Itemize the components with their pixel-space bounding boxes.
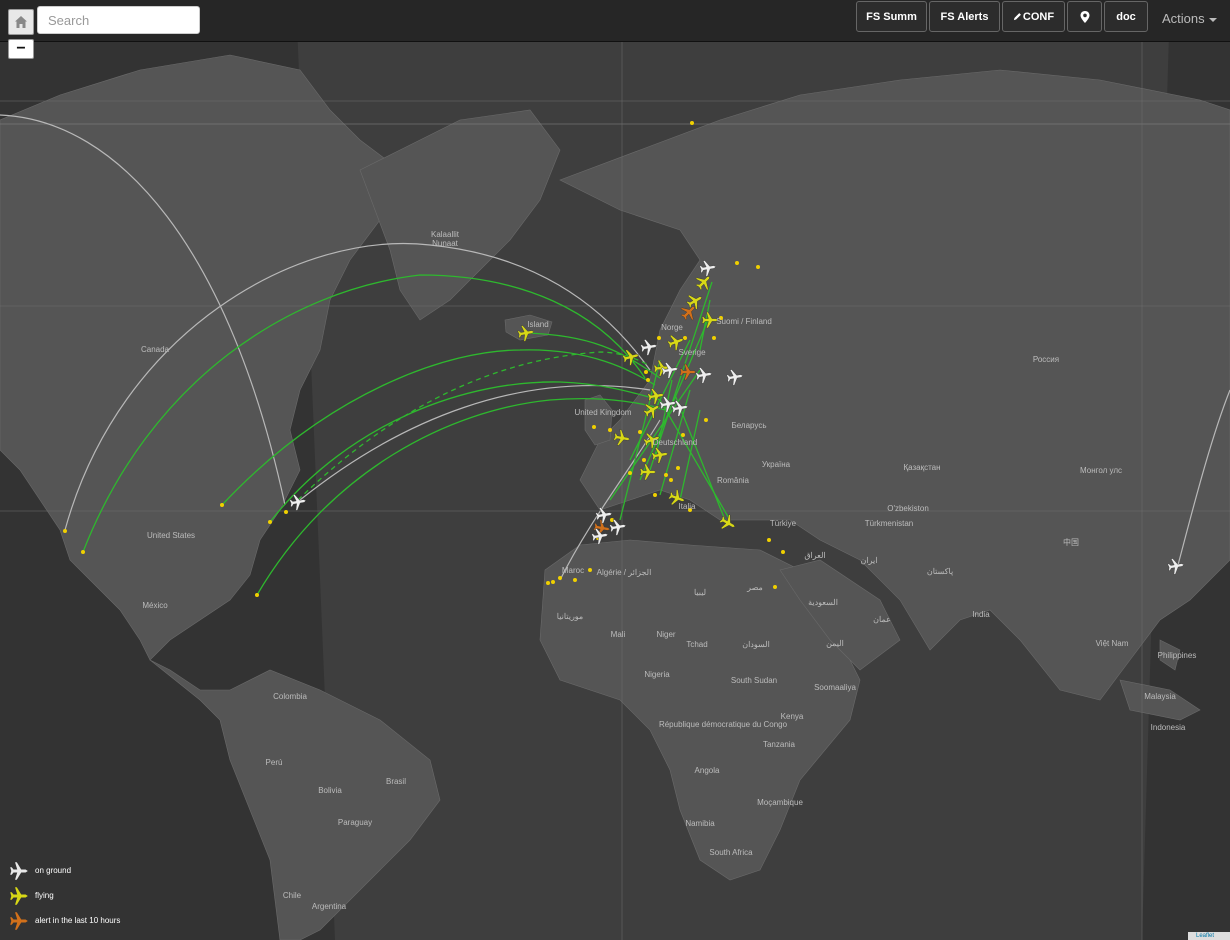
plane-flying-icon xyxy=(10,886,28,905)
label-drc: République démocratique du Congo xyxy=(659,720,788,729)
label-nigeria: Nigeria xyxy=(644,670,670,679)
label-turkiye: Türkiye xyxy=(770,519,797,528)
label-iraq: العراق xyxy=(804,551,825,560)
label-kalaallit: Kalaallit xyxy=(431,230,460,239)
label-bolivia: Bolivia xyxy=(318,786,342,795)
top-toolbar: FS Summ FS Alerts CONF doc Actions xyxy=(0,0,1230,42)
label-somalia: Soomaaliya xyxy=(814,683,856,692)
label-egypt: مصر xyxy=(746,583,763,592)
label-angola: Angola xyxy=(695,766,720,775)
leaflet-attribution[interactable]: Leaflet xyxy=(1188,932,1230,940)
label-paraguay: Paraguay xyxy=(338,818,372,827)
label-peru: Perú xyxy=(266,758,283,767)
legend-item-flying: flying xyxy=(8,883,148,908)
label-argentina: Argentina xyxy=(312,902,347,911)
fs-summ-button[interactable]: FS Summ xyxy=(856,1,927,32)
legend-label: on ground xyxy=(35,866,72,875)
fs-alerts-label: FS Alerts xyxy=(940,10,989,23)
label-sverige: Sverige xyxy=(678,348,706,357)
label-uzbekistan: O'zbekiston xyxy=(887,504,929,513)
location-button[interactable] xyxy=(1067,1,1102,32)
label-mexico: México xyxy=(142,601,168,610)
label-italia: Italia xyxy=(679,502,696,511)
label-chile: Chile xyxy=(283,891,302,900)
label-sudan: السودان xyxy=(742,640,770,649)
label-maroc: Maroc xyxy=(562,566,584,575)
label-philippines: Philippines xyxy=(1158,651,1197,660)
caret-down-icon xyxy=(1208,17,1217,22)
conf-label: CONF xyxy=(1022,10,1055,23)
plane-alert-icon xyxy=(10,911,28,930)
pencil-icon xyxy=(1013,13,1021,21)
label-libya: ليبيا xyxy=(694,588,706,597)
label-turkmenistan: Türkmenistan xyxy=(865,519,913,528)
map-marker-icon xyxy=(1080,10,1089,23)
label-russia: Россия xyxy=(1033,355,1059,364)
fs-alerts-button[interactable]: FS Alerts xyxy=(929,1,1000,32)
label-indonesia: Indonesia xyxy=(1151,723,1186,732)
label-iran: ایران xyxy=(861,556,878,565)
label-uk: United Kingdom xyxy=(575,408,632,417)
label-south-africa: South Africa xyxy=(709,848,753,857)
label-kazakhstan: Қазақстан xyxy=(903,463,940,472)
home-icon xyxy=(15,16,27,28)
zoom-out-label: − xyxy=(16,40,26,57)
legend-label: flying xyxy=(35,891,54,900)
legend-item-alert: alert in the last 10 hours xyxy=(8,908,148,933)
search-input[interactable] xyxy=(37,6,200,34)
label-pakistan: پاکستان xyxy=(927,567,953,576)
label-tanzania: Tanzania xyxy=(763,740,796,749)
map-canvas[interactable]: Kalaallit Nunaat Canada United States Mé… xyxy=(0,0,1230,940)
attribution-label: Leaflet xyxy=(1196,933,1215,939)
actions-label: Actions xyxy=(1162,11,1205,26)
label-united-states: United States xyxy=(147,531,195,540)
label-colombia: Colombia xyxy=(273,692,307,701)
label-island: Island xyxy=(527,320,548,329)
label-oman: عمان xyxy=(873,615,891,624)
label-finland: Suomi / Finland xyxy=(716,317,772,326)
label-mongolia: Монгол улс xyxy=(1080,466,1122,475)
plane-ground-icon xyxy=(10,861,28,880)
label-tchad: Tchad xyxy=(686,640,707,649)
label-ukraine: Україна xyxy=(762,460,791,469)
zoom-out-button[interactable]: − xyxy=(8,39,34,59)
map-legend: on ground flying alert in the last 10 ho… xyxy=(8,858,148,933)
label-brasil: Brasil xyxy=(386,777,406,786)
fs-summ-label: FS Summ xyxy=(866,10,917,23)
label-nunaat: Nunaat xyxy=(432,239,459,248)
label-belarus: Беларусь xyxy=(732,421,767,430)
label-india: India xyxy=(972,610,990,619)
label-mozambique: Moçambique xyxy=(757,798,803,807)
conf-button[interactable]: CONF xyxy=(1002,1,1065,32)
legend-item-ground: on ground xyxy=(8,858,148,883)
label-malaysia: Malaysia xyxy=(1144,692,1176,701)
label-namibia: Namibia xyxy=(685,819,715,828)
label-norge: Norge xyxy=(661,323,683,332)
label-china: 中国 xyxy=(1063,537,1079,547)
label-mali: Mali xyxy=(611,630,626,639)
home-button[interactable] xyxy=(8,9,34,35)
doc-button[interactable]: doc xyxy=(1104,1,1148,32)
doc-label: doc xyxy=(1116,10,1136,23)
label-yemen: اليمن xyxy=(826,639,844,648)
label-niger: Niger xyxy=(656,630,675,639)
label-algerie: Algérie / الجزائر xyxy=(597,568,652,577)
label-romania: România xyxy=(717,476,750,485)
label-saudi: السعودية xyxy=(808,598,838,607)
label-deutschland: Deutschland xyxy=(653,438,697,447)
label-south-sudan: South Sudan xyxy=(731,676,777,685)
actions-dropdown[interactable]: Actions xyxy=(1162,11,1217,26)
label-mauritania: موريتانيا xyxy=(557,612,583,621)
label-vietnam: Việt Nam xyxy=(1096,639,1129,648)
label-canada: Canada xyxy=(141,345,170,354)
legend-label: alert in the last 10 hours xyxy=(35,916,121,925)
